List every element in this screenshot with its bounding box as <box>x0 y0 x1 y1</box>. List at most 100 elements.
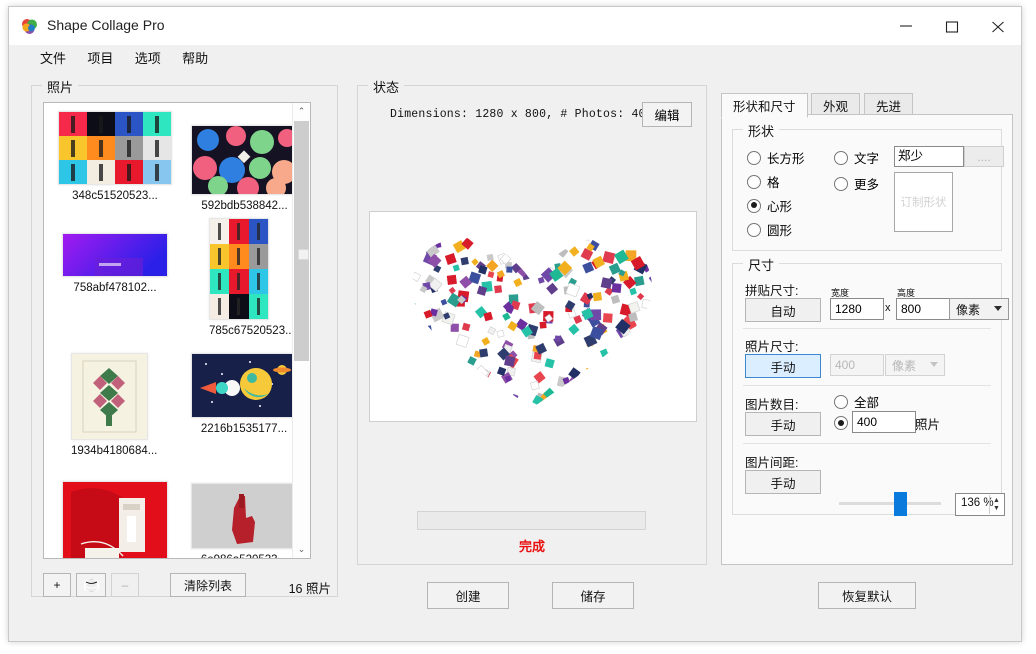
photo-size-label: 照片尺寸: <box>745 336 798 355</box>
radio-indicator <box>834 151 848 165</box>
shape-group-title: 形状 <box>743 121 779 140</box>
radio-count-all[interactable]: 全部 <box>834 392 879 411</box>
collage-preview[interactable] <box>369 211 697 422</box>
size-group-title: 尺寸 <box>743 255 779 274</box>
minimize-button[interactable] <box>883 7 929 45</box>
photo-count-input[interactable]: 400 <box>852 411 916 433</box>
size-group: 尺寸 拼贴尺寸: 自动 宽度 1280 x 高度 800 像素 照片尺寸: 手动… <box>732 263 1002 515</box>
tab-page-shape-and-size: 形状 长方形 格 心形 圆形 文字 更多 <box>721 114 1013 565</box>
list-item-label: 758abf478102... <box>62 282 168 294</box>
collage-size-mode-button[interactable]: 自动 <box>745 298 821 322</box>
status-panel: 状态 Dimensions: 1280 x 800, # Photos: 400… <box>357 85 707 565</box>
radio-label: 更多 <box>854 174 879 193</box>
photo-count-mode-button[interactable]: 手动 <box>745 412 821 436</box>
radio-label: 心形 <box>767 196 792 215</box>
radio-shape-heart[interactable]: 心形 <box>747 196 792 215</box>
spinner-up-icon[interactable]: ▲ <box>993 497 1000 505</box>
radio-indicator <box>834 177 848 191</box>
photo-size-mode-button[interactable]: 手动 <box>745 354 821 378</box>
chevron-down-icon <box>994 306 1002 311</box>
clear-list-button[interactable]: 清除列表 <box>170 573 246 597</box>
thumbnail-image <box>62 233 168 277</box>
status-panel-title: 状态 <box>368 77 404 96</box>
add-photo-button[interactable]: + <box>43 573 71 597</box>
thumbnail-image <box>71 353 148 440</box>
list-item[interactable]: 6e986a520523... <box>191 483 297 559</box>
radio-indicator <box>747 175 761 189</box>
radio-label: 格 <box>767 172 780 191</box>
scroll-up-icon[interactable]: ⌃ <box>293 103 310 120</box>
menu-bar: 文件 项目 选项 帮助 <box>9 45 1021 69</box>
maximize-button[interactable] <box>929 7 975 45</box>
remove-photo-button: – <box>111 573 139 597</box>
spacing-spinner[interactable]: 136 % ▲ ▼ <box>955 493 1005 516</box>
radio-label: 圆形 <box>767 220 792 239</box>
thumbnail-image <box>62 481 168 559</box>
collage-unit-select[interactable]: 像素 <box>949 298 1009 320</box>
photo-list[interactable]: 348c51520523... 592bdb538842... <box>43 102 311 559</box>
radio-shape-rectangle[interactable]: 长方形 <box>747 148 805 167</box>
window-title: Shape Collage Pro <box>47 17 165 33</box>
photo-spacing-mode-button[interactable]: 手动 <box>745 470 821 494</box>
collage-size-label: 拼贴尺寸: <box>745 280 798 299</box>
spinner-down-icon[interactable]: ▼ <box>993 505 1000 513</box>
tab-strip: 形状和尺寸 外观 先进 <box>721 93 1011 115</box>
divider <box>743 443 991 444</box>
photo-count-unit: 照片 <box>915 414 940 433</box>
scrollbar-grip <box>298 249 309 260</box>
menu-item-options[interactable]: 选项 <box>126 45 170 70</box>
menu-item-project[interactable]: 项目 <box>78 45 122 70</box>
close-button[interactable] <box>975 7 1021 45</box>
create-button[interactable]: 创建 <box>427 582 509 609</box>
save-button[interactable]: 储存 <box>552 582 634 609</box>
browse-text-button[interactable]: .... <box>964 146 1004 167</box>
divider <box>743 328 991 329</box>
list-item[interactable]: 2216b1535177... <box>191 353 297 435</box>
radio-shape-grid[interactable]: 格 <box>747 172 780 191</box>
radio-count-number[interactable] <box>834 416 854 430</box>
photo-count-label: 16 照片 <box>289 578 331 597</box>
scroll-down-icon[interactable]: ⌄ <box>293 541 310 558</box>
photo-size-unit-select: 像素 <box>885 354 945 376</box>
radio-indicator <box>747 151 761 165</box>
shape-text-input[interactable]: 郑少 <box>894 146 964 167</box>
list-item[interactable]: 592bdb538842... <box>191 125 298 212</box>
radio-shape-circle[interactable]: 圆形 <box>747 220 792 239</box>
chevron-down-icon <box>930 362 938 367</box>
list-item[interactable]: 348c51520523... <box>58 111 172 202</box>
radio-indicator <box>834 395 848 409</box>
globe-icon <box>84 578 99 593</box>
list-item[interactable]: 1934b4180684... <box>71 353 157 457</box>
collage-width-input[interactable]: 1280 <box>830 298 884 320</box>
spinner-arrows-icon[interactable]: ▲ ▼ <box>989 495 1003 514</box>
list-item[interactable]: 785c67520523... <box>209 218 295 337</box>
minimize-icon <box>899 21 913 31</box>
radio-shape-more[interactable]: 更多 <box>834 174 879 193</box>
status-done-text: 完成 <box>358 536 706 555</box>
spacing-slider-track[interactable] <box>839 502 941 505</box>
radio-label: 文字 <box>854 148 879 167</box>
dimensions-text: Dimensions: 1280 x 800, # Photos: 400 <box>390 108 653 121</box>
reset-defaults-button[interactable]: 恢复默认 <box>818 582 916 609</box>
close-icon <box>991 21 1005 33</box>
list-item-label: 2216b1535177... <box>191 423 297 435</box>
list-item[interactable]: 758abf478102... <box>62 233 168 294</box>
list-item-label: 785c67520523... <box>209 325 295 337</box>
scrollbar-thumb[interactable] <box>294 121 309 361</box>
list-item[interactable] <box>62 481 168 559</box>
custom-shape-dropzone[interactable]: 订制形状 <box>894 172 953 232</box>
photo-size-input: 400 <box>830 354 884 376</box>
tab-shape-and-size[interactable]: 形状和尺寸 <box>721 93 808 118</box>
collage-height-input[interactable]: 800 <box>896 298 950 320</box>
photo-spacing-label: 图片间距: <box>745 452 798 471</box>
menu-item-file[interactable]: 文件 <box>31 45 75 70</box>
spacing-slider-thumb[interactable] <box>894 492 907 516</box>
photo-list-scrollbar[interactable]: ⌃ ⌄ <box>292 103 310 558</box>
radio-shape-text[interactable]: 文字 <box>834 148 879 167</box>
photo-size-unit-value: 像素 <box>892 357 916 374</box>
edit-button[interactable]: 编辑 <box>642 102 692 127</box>
radio-label: 长方形 <box>767 148 805 167</box>
web-photo-button[interactable] <box>76 573 106 597</box>
title-bar: Shape Collage Pro <box>9 7 1021 45</box>
menu-item-help[interactable]: 帮助 <box>173 45 217 70</box>
